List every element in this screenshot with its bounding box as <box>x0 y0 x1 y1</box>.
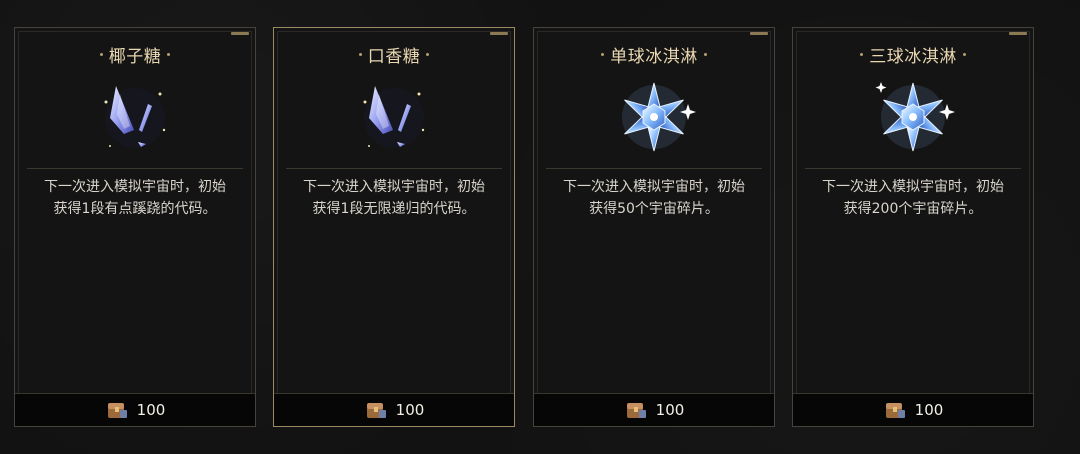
card-description: 下一次进入模拟宇宙时，初始 获得1段无限递归的代码。 <box>284 176 504 220</box>
snowflake-icon <box>875 82 955 152</box>
card-title: 口香糖 <box>367 46 421 67</box>
card-description-line: 获得1段有点蹊跷的代码。 <box>53 201 217 217</box>
card-title: 三球冰淇淋 <box>869 46 957 67</box>
treasure-chest-icon <box>624 399 648 421</box>
card-title-row: 三球冰淇淋 <box>793 42 1033 67</box>
treasure-chest-icon <box>883 399 907 421</box>
card-price: 100 <box>655 401 685 419</box>
title-dot <box>426 52 430 56</box>
card-price: 100 <box>914 401 944 419</box>
title-dot <box>601 52 605 56</box>
card-price-bar: 100 <box>793 393 1033 426</box>
card-description: 下一次进入模拟宇宙时，初始 获得200个宇宙碎片。 <box>803 176 1023 220</box>
card-art <box>274 74 514 160</box>
crystal-shards-icon <box>104 86 166 148</box>
title-dot <box>167 52 171 56</box>
card-description-line: 下一次进入模拟宇宙时，初始 <box>822 179 1004 195</box>
card-price: 100 <box>395 401 425 419</box>
card-corner-mark <box>231 32 249 35</box>
card-price: 100 <box>136 401 166 419</box>
card-title: 椰子糖 <box>108 46 162 67</box>
shop-card-coconut-candy[interactable]: 椰子糖 下一次进入模拟宇宙时，初始 获得1段有点蹊跷的代码。 100 <box>14 27 256 427</box>
snowflake-icon <box>622 82 696 152</box>
card-title: 单球冰淇淋 <box>610 46 698 67</box>
title-dot <box>358 52 362 56</box>
card-title-row: 单球冰淇淋 <box>534 42 774 67</box>
shop-card-list: 椰子糖 下一次进入模拟宇宙时，初始 获得1段有点蹊跷的代码。 100 口香糖 下… <box>14 27 1034 429</box>
shop-card-single-scoop-ice-cream[interactable]: 单球冰淇淋 下一次进入模拟宇宙时，初始 获得50个宇宙碎片。 100 <box>533 27 775 427</box>
card-title-row: 椰子糖 <box>15 42 255 67</box>
card-description-line: 下一次进入模拟宇宙时，初始 <box>303 179 485 195</box>
card-corner-mark <box>1009 32 1027 35</box>
crystal-shards-icon <box>363 86 425 148</box>
card-description: 下一次进入模拟宇宙时，初始 获得1段有点蹊跷的代码。 <box>25 176 245 220</box>
treasure-chest-icon <box>364 399 388 421</box>
title-dot <box>703 52 707 56</box>
card-description-line: 获得200个宇宙碎片。 <box>843 201 983 217</box>
card-price-bar: 100 <box>274 393 514 426</box>
card-description-line: 获得50个宇宙碎片。 <box>589 201 719 217</box>
card-art <box>793 74 1033 160</box>
card-corner-mark <box>490 32 508 35</box>
card-description-line: 下一次进入模拟宇宙时，初始 <box>563 179 745 195</box>
card-divider <box>546 168 762 169</box>
card-price-bar: 100 <box>534 393 774 426</box>
shop-card-chewing-gum[interactable]: 口香糖 下一次进入模拟宇宙时，初始 获得1段无限递归的代码。 100 <box>273 27 515 427</box>
treasure-chest-icon <box>105 399 129 421</box>
card-art <box>15 74 255 160</box>
card-description-line: 下一次进入模拟宇宙时，初始 <box>44 179 226 195</box>
card-divider <box>805 168 1021 169</box>
card-corner-mark <box>750 32 768 35</box>
card-divider <box>27 168 243 169</box>
card-title-row: 口香糖 <box>274 42 514 67</box>
card-art <box>534 74 774 160</box>
card-description-line: 获得1段无限递归的代码。 <box>312 201 476 217</box>
title-dot <box>860 52 864 56</box>
card-divider <box>286 168 502 169</box>
card-description: 下一次进入模拟宇宙时，初始 获得50个宇宙碎片。 <box>544 176 764 220</box>
shop-card-triple-scoop-ice-cream[interactable]: 三球冰淇淋 下一次进入模拟宇宙时，初始 获得200个宇宙碎片。 100 <box>792 27 1034 427</box>
title-dot <box>962 52 966 56</box>
card-price-bar: 100 <box>15 393 255 426</box>
title-dot <box>99 52 103 56</box>
